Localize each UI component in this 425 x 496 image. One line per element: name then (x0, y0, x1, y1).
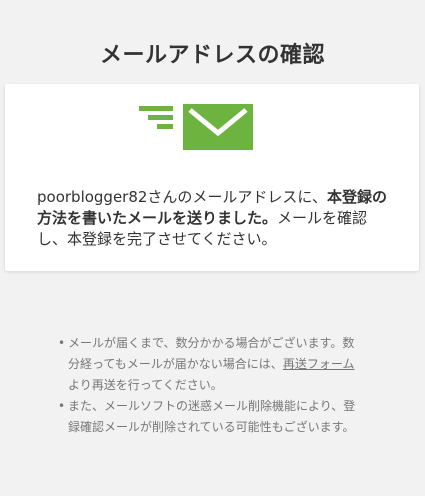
notes-list: メールが届くまで、数分かかる場合がございます。数分経ってもメールが届かない場合に… (58, 333, 358, 438)
confirmation-message: poorblogger82さんのメールアドレスに、本登録の方法を書いたメールを送… (37, 187, 397, 250)
note-text: より再送を行ってください。 (68, 378, 223, 392)
note-text: また、メールソフトの迷惑メール削除機能により、登録確認メールが削除されている可能… (68, 399, 356, 434)
message-text-part1: poorblogger82さんのメールアドレスに、 (37, 188, 327, 206)
note-item-delivery: メールが届くまで、数分かかる場合がございます。数分経ってもメールが届かない場合に… (58, 333, 358, 396)
email-sent-icon (139, 104, 253, 150)
resend-form-link[interactable]: 再送フォーム (283, 357, 355, 371)
confirmation-card: poorblogger82さんのメールアドレスに、本登録の方法を書いたメールを送… (5, 84, 419, 271)
page-title: メールアドレスの確認 (99, 42, 325, 68)
note-item-spam: また、メールソフトの迷惑メール削除機能により、登録確認メールが削除されている可能… (58, 396, 358, 438)
